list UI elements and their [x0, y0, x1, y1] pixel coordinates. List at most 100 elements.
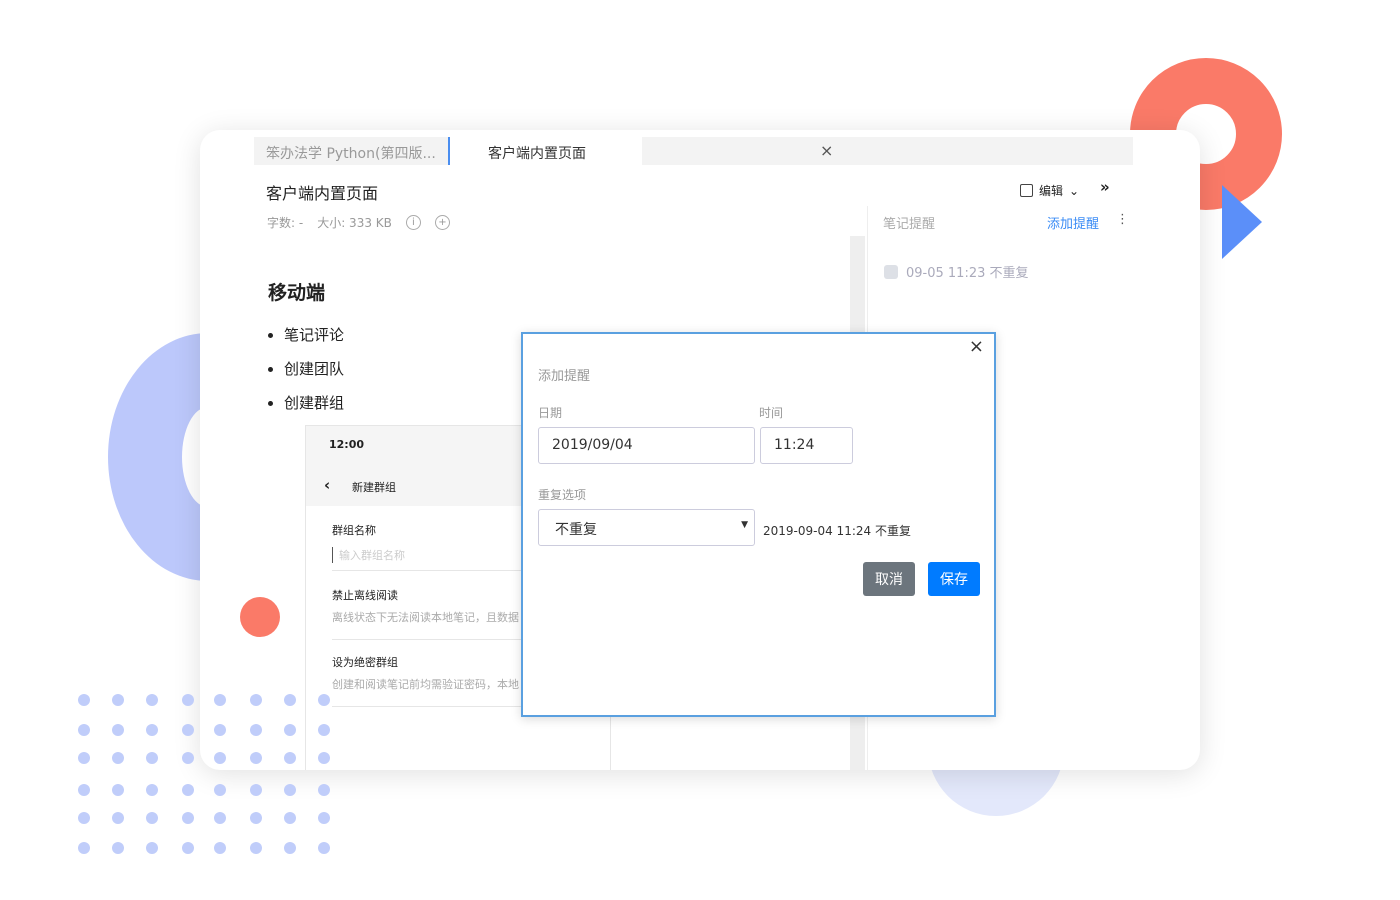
grid-dot: [284, 752, 296, 764]
grid-dot: [214, 842, 226, 854]
bullet-list: 笔记评论 创建团队 创建群组: [284, 318, 344, 420]
tab-python-book[interactable]: 笨办法学 Python(第四版...: [254, 137, 450, 165]
grid-dot: [318, 724, 330, 736]
grid-dot: [112, 842, 124, 854]
date-label: 日期: [538, 406, 563, 420]
date-input[interactable]: 2019/09/04: [538, 427, 755, 464]
grid-dot: [112, 784, 124, 796]
secret-desc: 创建和阅读笔记前均需验证密码，本地: [332, 678, 519, 691]
tab-label: 客户端内置页面: [488, 146, 586, 162]
grid-dot: [182, 724, 194, 736]
add-reminder-dialog: × 添加提醒 日期 时间 2019/09/04 11:24 重复选项 不重复 ▼ …: [521, 332, 996, 717]
phone-nav-title: 新建群组: [352, 481, 396, 494]
grid-dot: [78, 784, 90, 796]
grid-dot: [318, 842, 330, 854]
grid-dot: [284, 724, 296, 736]
close-icon[interactable]: ×: [820, 141, 833, 160]
more-icon[interactable]: ⋮: [1116, 212, 1129, 227]
grid-dot: [146, 784, 158, 796]
grid-dot: [250, 812, 262, 824]
grid-dot: [214, 784, 226, 796]
doc-heading: 移动端: [268, 282, 326, 304]
repeat-select[interactable]: 不重复 ▼: [538, 509, 755, 546]
caret-down-icon: ▼: [741, 520, 748, 530]
tab-client-page[interactable]: 客户端内置页面 ×: [450, 137, 833, 165]
grid-dot: [182, 842, 194, 854]
tab-bar: 笨办法学 Python(第四版... 客户端内置页面 ×: [254, 137, 1133, 165]
save-button[interactable]: 保存: [928, 562, 980, 596]
checkbox[interactable]: [884, 264, 898, 279]
grid-dot: [112, 812, 124, 824]
grid-dot: [250, 752, 262, 764]
grid-dot: [318, 694, 330, 706]
grid-dot: [284, 784, 296, 796]
grid-dot: [250, 784, 262, 796]
time-input[interactable]: 11:24: [760, 427, 853, 464]
chevron-down-icon: ⌄: [1069, 183, 1080, 198]
list-item: 创建团队: [284, 352, 344, 386]
grid-dot: [146, 752, 158, 764]
grid-dot: [112, 694, 124, 706]
offline-desc: 离线状态下无法阅读本地笔记，且数据: [332, 611, 519, 624]
edit-label: 编辑: [1039, 184, 1064, 198]
grid-dot: [182, 812, 194, 824]
grid-dot: [318, 752, 330, 764]
expand-button[interactable]: »: [1100, 178, 1110, 196]
grid-dot: [214, 752, 226, 764]
plus-icon[interactable]: +: [434, 215, 450, 230]
cancel-button[interactable]: 取消: [863, 562, 915, 596]
grid-dot: [78, 752, 90, 764]
grid-dot: [318, 812, 330, 824]
grid-dot: [78, 842, 90, 854]
repeat-label: 重复选项: [538, 488, 587, 502]
group-name-input: 输入群组名称: [332, 547, 405, 563]
decor-dot: [240, 597, 280, 637]
edit-icon: [1020, 184, 1033, 197]
reminder-panel-title: 笔记提醒: [883, 217, 936, 232]
grid-dot: [146, 694, 158, 706]
info-icon[interactable]: i: [405, 215, 421, 230]
group-name-label: 群组名称: [332, 524, 376, 537]
dialog-title: 添加提醒: [538, 369, 591, 384]
grid-dot: [214, 724, 226, 736]
add-reminder-link[interactable]: 添加提醒: [1047, 213, 1099, 232]
time-label: 时间: [759, 406, 784, 420]
grid-dot: [112, 724, 124, 736]
grid-dot: [182, 752, 194, 764]
grid-dot: [112, 752, 124, 764]
grid-dot: [146, 812, 158, 824]
phone-time: 12:00: [329, 438, 365, 451]
file-size: 大小: 333 KB: [317, 216, 392, 230]
grid-dot: [284, 812, 296, 824]
list-item: 笔记评论: [284, 318, 344, 352]
grid-dot: [214, 694, 226, 706]
grid-dot: [284, 694, 296, 706]
grid-dot: [250, 694, 262, 706]
grid-dot: [146, 724, 158, 736]
back-icon: ‹: [324, 476, 331, 494]
word-count: 字数: -: [267, 216, 304, 230]
grid-dot: [250, 724, 262, 736]
grid-dot: [284, 842, 296, 854]
grid-dot: [78, 812, 90, 824]
edit-button[interactable]: 编辑 ⌄: [1020, 182, 1079, 199]
grid-dot: [78, 694, 90, 706]
reminder-summary: 2019-09-04 11:24 不重复: [763, 524, 911, 538]
grid-dot: [182, 694, 194, 706]
list-item: 创建群组: [284, 386, 344, 420]
repeat-value: 不重复: [555, 522, 597, 538]
page-title: 客户端内置页面: [266, 184, 379, 203]
decor-triangle: [1222, 185, 1262, 259]
doc-meta: 字数: - 大小: 333 KB i +: [267, 214, 450, 231]
reminder-text: 09-05 11:23 不重复: [906, 266, 1029, 281]
grid-dot: [182, 784, 194, 796]
secret-title: 设为绝密群组: [332, 656, 398, 669]
grid-dot: [318, 784, 330, 796]
grid-dot: [214, 812, 226, 824]
close-icon[interactable]: ×: [969, 336, 984, 357]
grid-dot: [250, 842, 262, 854]
grid-dot: [78, 724, 90, 736]
offline-title: 禁止离线阅读: [332, 589, 398, 602]
reminder-item[interactable]: 09-05 11:23 不重复: [884, 262, 1029, 281]
grid-dot: [146, 842, 158, 854]
